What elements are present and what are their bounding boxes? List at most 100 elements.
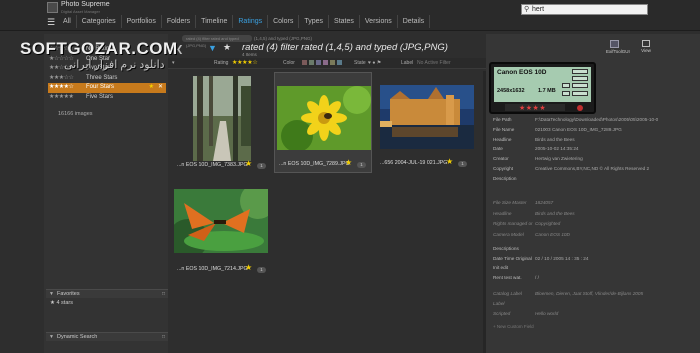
favorite-star-icon[interactable]: ★ bbox=[223, 42, 231, 53]
search-icon: ⚲ bbox=[524, 6, 530, 13]
metadata-value[interactable]: Hertwig van Zwietering bbox=[535, 156, 583, 161]
favorite-star-icon[interactable]: ★ bbox=[245, 159, 252, 168]
rating-item-four-stars[interactable]: ★★★★☆ Four Stars ★ ✕ bbox=[48, 83, 166, 93]
metadata-value[interactable]: Hello world bbox=[535, 311, 558, 316]
rating-filter-label: Rating bbox=[214, 60, 229, 66]
tab-categories[interactable]: Categories bbox=[77, 15, 122, 28]
metadata-value[interactable]: 021003 Canon EOS 10D_IMG_7289.JPG bbox=[535, 127, 622, 132]
metadata-key: File Path bbox=[493, 117, 512, 122]
new-custom-field-link[interactable]: + New Custom Field bbox=[493, 324, 534, 329]
color-label-dot[interactable] bbox=[577, 105, 583, 111]
version-count-badge: 1 bbox=[257, 267, 266, 273]
tab-timeline[interactable]: Timeline bbox=[196, 15, 234, 28]
metadata-key: Scripted bbox=[493, 311, 511, 316]
rating-stars-icon: ★★★★☆ bbox=[49, 84, 74, 90]
thumbnail-grid: ...n EOS 10D_IMG_7383.JPG ★ 1 ...n EOS 1… bbox=[168, 70, 486, 353]
metadata-value[interactable]: Birds and the Bees bbox=[535, 137, 575, 142]
color-swatch[interactable] bbox=[316, 60, 321, 65]
tab-ratings[interactable]: Ratings bbox=[233, 15, 269, 28]
camera-info-display: Canon EOS 10D 2458x1632 1.7 MB ★★★★ bbox=[489, 62, 596, 114]
filter-tab[interactable]: rated (4) filter rated and typed (JPG,PN… bbox=[182, 35, 252, 48]
filter-icon[interactable]: ▼ bbox=[208, 43, 217, 53]
camera-model: Canon EOS 10D bbox=[497, 69, 547, 76]
thumbnail-item[interactable]: ...656 2004-JUL-19 021.JPG ★ 1 bbox=[376, 72, 474, 173]
metadata-value[interactable]: Creative Commons,BY,NC,ND © All Rights R… bbox=[535, 166, 649, 171]
rating-item-three-stars[interactable]: ★★★☆☆ Three Stars bbox=[48, 74, 166, 84]
tab-types[interactable]: Types bbox=[299, 15, 330, 28]
label-filter-label: Label bbox=[401, 60, 414, 66]
metadata-key: Label bbox=[493, 301, 505, 306]
rating-item-five-stars[interactable]: ★★★★★ Five Stars bbox=[48, 93, 166, 103]
metadata-value[interactable]: Copyrighted bbox=[535, 221, 560, 226]
metadata-value[interactable]: / / bbox=[535, 275, 539, 280]
thumbnail-caption: ...n EOS 10D_IMG_7383.JPG bbox=[177, 162, 248, 168]
pin-icon[interactable]: □ bbox=[162, 290, 165, 299]
iso-chip bbox=[572, 69, 588, 74]
tab-details[interactable]: Details bbox=[398, 15, 431, 28]
color-swatch[interactable] bbox=[330, 60, 335, 65]
rating-filter-stars[interactable]: ★★★★☆ bbox=[232, 59, 258, 66]
thumbnail-item[interactable]: ...n EOS 10D_IMG_7383.JPG ★ 1 bbox=[173, 72, 271, 173]
favorites-header-label: Favorites bbox=[57, 291, 80, 297]
favorite-star-icon[interactable]: ★ bbox=[446, 157, 453, 166]
dynamic-search-panel-header[interactable]: ▼ Dynamic Search □ bbox=[46, 332, 168, 341]
metadata-value[interactable]: Bloemen, Dieren, Jaat Stoff, Vlinder/de-… bbox=[535, 291, 643, 296]
favorite-star-icon[interactable]: ★ bbox=[245, 263, 252, 272]
favorites-panel-header[interactable]: ▼ Favorites □ bbox=[46, 289, 168, 298]
state-icons[interactable]: ♥ ● ⚑ bbox=[368, 60, 381, 66]
metadata-value[interactable]: 2005-10-02 14:35:24 bbox=[535, 146, 579, 151]
favorite-item[interactable]: ★ 4 stars bbox=[50, 300, 73, 306]
color-swatch[interactable] bbox=[323, 60, 328, 65]
color-swatch[interactable] bbox=[302, 60, 307, 65]
filter-row: ▾ Rating ★★★★☆ Color State ♥ ● ⚑ Label N… bbox=[168, 58, 486, 69]
metadata-key: Rights managed or bbox=[493, 221, 533, 226]
favorite-star-icon[interactable]: ★ bbox=[149, 83, 154, 93]
metadata-key: Creator bbox=[493, 156, 509, 162]
metadata-value[interactable]: F:\DataTechnology\Downloaded\Photos\2005… bbox=[535, 117, 658, 122]
filter-bar: rated (4) filter rated and typed (JPG,PN… bbox=[168, 34, 486, 57]
mode-chip bbox=[562, 83, 570, 88]
thumbnail-item-selected[interactable]: ...n EOS 10D_IMG_7289.JPG ★ 1 bbox=[274, 72, 372, 173]
camera-rating-stars[interactable]: ★★★★ bbox=[519, 104, 546, 112]
metadata-value[interactable]: Canon EOS 10D bbox=[535, 232, 570, 237]
thumbnail-caption: ...656 2004-JUL-19 021.JPG bbox=[380, 160, 448, 166]
close-icon[interactable]: ✕ bbox=[158, 83, 163, 93]
pin-icon[interactable]: □ bbox=[162, 333, 165, 342]
image-file-size: 1.7 MB bbox=[538, 88, 556, 94]
rating-stars-icon: ★★★☆☆ bbox=[49, 74, 74, 81]
view-label: View bbox=[641, 48, 651, 53]
metadata-value[interactable]: 02 / 10 / 2005 14 : 35 : 24 bbox=[535, 256, 588, 261]
exiftool-button[interactable]: ExifToolGUI bbox=[606, 40, 630, 54]
metadata-value[interactable]: Birds and the Bees bbox=[535, 211, 575, 216]
metadata-key: Date Time Original bbox=[493, 255, 532, 261]
color-swatch[interactable] bbox=[309, 60, 314, 65]
dropdown-icon[interactable]: ▾ bbox=[172, 60, 175, 66]
collapse-icon: ▼ bbox=[49, 291, 54, 297]
thumbnail-item[interactable]: ...n EOS 10D_IMG_7214.JPG ★ 1 bbox=[173, 176, 271, 277]
top-bar: Photo Supreme Digital Asset Manager ☰ Al… bbox=[0, 0, 700, 31]
tab-folders[interactable]: Folders bbox=[162, 15, 197, 28]
rating-label: Five Stars bbox=[86, 93, 114, 100]
meter-chip bbox=[562, 91, 570, 96]
menu-icon[interactable]: ☰ bbox=[47, 17, 55, 28]
tab-colors[interactable]: Colors bbox=[268, 15, 300, 28]
metadata-key: Camera Model bbox=[493, 231, 524, 237]
thumbnail-caption: ...n EOS 10D_IMG_7289.JPG bbox=[279, 161, 350, 167]
label-filter-value[interactable]: No Active Filter bbox=[417, 60, 451, 66]
flash-chip bbox=[572, 76, 588, 81]
metadata-value[interactable]: 1824057 bbox=[535, 200, 553, 205]
view-button[interactable]: View bbox=[639, 40, 653, 53]
wb-chip bbox=[572, 83, 588, 88]
metadata-key: Catalog Label bbox=[493, 291, 522, 296]
tab-portfolios[interactable]: Portfolios bbox=[122, 15, 162, 28]
version-count-badge: 1 bbox=[357, 162, 366, 168]
tab-states[interactable]: States bbox=[329, 15, 360, 28]
tab-all[interactable]: All bbox=[58, 15, 77, 28]
rating-label: Four Stars bbox=[86, 84, 115, 90]
favorite-star-icon[interactable]: ★ bbox=[345, 158, 352, 167]
filter-tab-2[interactable]: (1,4,5) and typed (JPG,PNG) bbox=[254, 35, 334, 42]
monitor-icon bbox=[642, 40, 650, 47]
search-input[interactable]: ⚲ hert bbox=[521, 4, 648, 15]
color-swatch[interactable] bbox=[337, 60, 342, 65]
tab-versions[interactable]: Versions bbox=[360, 15, 398, 28]
